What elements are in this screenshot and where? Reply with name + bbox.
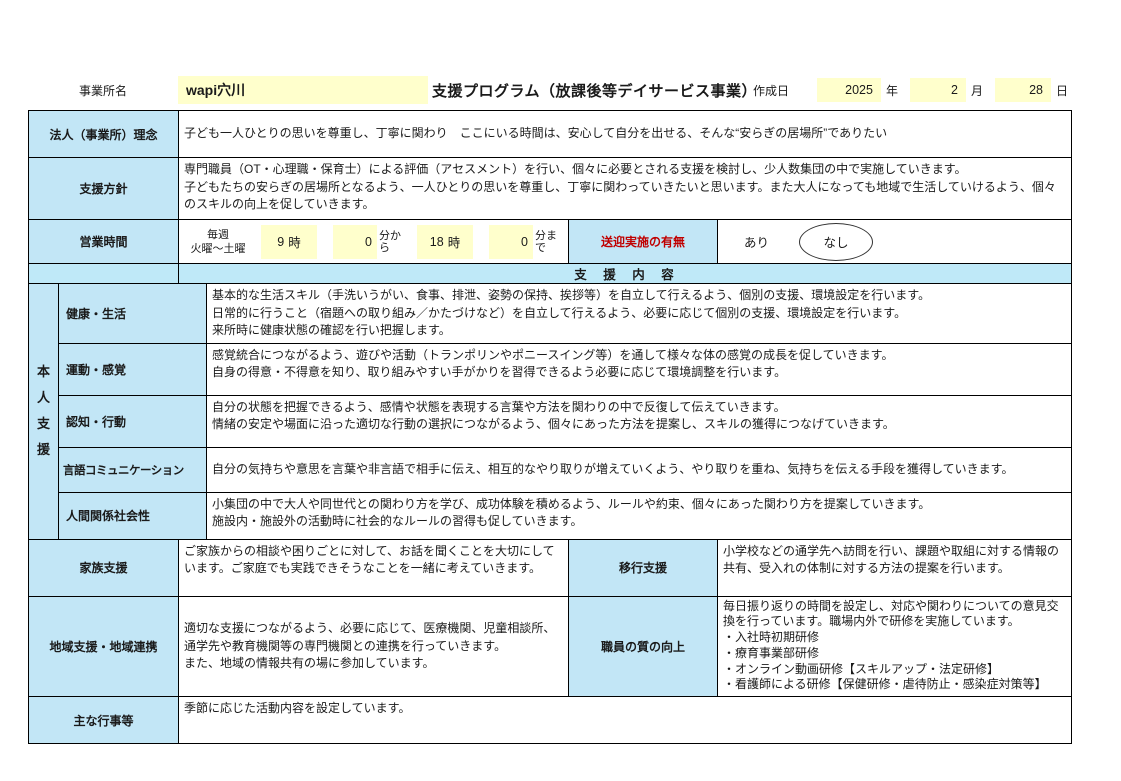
community-staff-row: 地域支援・地域連携 適切な支援につながるよう、必要に応じて、医療機関、児童相談所… [29, 597, 1071, 698]
end-hour-field[interactable]: 18 時 [417, 225, 473, 259]
office-name-label: 事業所名 [28, 82, 178, 99]
hours-values: 毎週 火曜～土曜 9 時 0 分から 18 時 0 分まで [179, 220, 569, 263]
staff-quality-intro: 毎日振り返りの時間を設定し、対応や関わりについての意見交換を行っています。職場内… [723, 599, 1066, 631]
community-support-line-1: 適切な支援につながるよう、必要に応じて、医療機関、児童相談所、通学先や教育機関等… [184, 620, 564, 655]
year-unit: 年 [886, 82, 898, 99]
document-title: 支援プログラム（放課後等デイサービス事業） [428, 80, 753, 101]
weekly-schedule: 毎週 火曜～土曜 [179, 228, 257, 256]
staff-training-item-2: ・療育事業部研修 [723, 646, 1066, 662]
year-field[interactable]: 2025 [817, 78, 881, 102]
events-row: 主な行事等 季節に応じた活動内容を設定しています。 [29, 697, 1071, 743]
transport-option-no: なし [824, 232, 849, 251]
transport-options: あり なし [718, 220, 1071, 263]
creation-date-label: 作成日 [753, 82, 789, 99]
band-left-spacer [29, 264, 179, 283]
health-life-text: 基本的な生活スキル（手洗いうがい、食事、排泄、姿勢の保持、挨拶等）を自立して行え… [207, 284, 1071, 343]
month-unit: 月 [971, 82, 983, 99]
month-field[interactable]: 2 [910, 78, 966, 102]
motor-sensory-row: 運動・感覚 感覚統合につながるよう、遊びや活動（トランポリンやポニースイング等）… [59, 344, 1071, 396]
events-line: 季節に応じた活動内容を設定しています。 [184, 700, 1066, 718]
support-content-title: 支 援 内 容 [179, 264, 1071, 283]
events-label: 主な行事等 [29, 697, 179, 743]
language-communication-line-1: 自分の気持ちや意思を言葉や非言語で相手に伝え、相互的なやり取りが増えていくよう、… [212, 461, 1066, 479]
social-relations-text: 小集団の中で大人や同世代との関わり方を学び、成功体験を積めるよう、ルールや約束、… [207, 493, 1071, 539]
philosophy-line: 子ども一人ひとりの思いを尊重し、丁寧に関わり ここにいる時間は、安心して自分を出… [184, 125, 1066, 143]
schedule-days: 火曜～土曜 [179, 242, 257, 256]
philosophy-row: 法人（事業所）理念 子ども一人ひとりの思いを尊重し、丁寧に関わり ここにいる時間… [29, 111, 1071, 158]
policy-paragraph-1: 専門職員（OT・心理職・保育士）による評価（アセスメント）を行い、個々に必要とさ… [184, 161, 1066, 179]
start-minute-value: 0 [365, 235, 372, 249]
end-minute-value: 0 [521, 235, 528, 249]
cognition-behavior-line-2: 情緒の安定や場面に沿った適切な行動の選択につながるよう、個々にあった方法を提案し… [212, 416, 1066, 434]
transport-no-circle[interactable]: なし [799, 223, 873, 261]
personal-support-vertical-label-cell: 本人支援 [29, 284, 59, 539]
support-content-band: 支 援 内 容 [29, 264, 1071, 284]
staff-training-item-4: ・看護師による研修【保健研修・虐待防止・感染症対策等】 [723, 677, 1066, 693]
staff-training-item-1: ・入社時初期研修 [723, 630, 1066, 646]
personal-support-rows: 健康・生活 基本的な生活スキル（手洗いうがい、食事、排泄、姿勢の保持、挨拶等）を… [59, 284, 1071, 539]
start-minute-field[interactable]: 0 [333, 225, 377, 259]
community-support-line-2: また、地域の情報共有の場に参加しています。 [184, 655, 564, 673]
cognition-behavior-label: 認知・行動 [59, 396, 207, 447]
motor-sensory-line-2: 自身の得意・不得意を知り、取り組みやすい手がかりを習得できるよう必要に応じて環境… [212, 364, 1066, 382]
health-life-label: 健康・生活 [59, 284, 207, 343]
transition-support-text: 小学校などの通学先へ訪問を行い、課題や取組に対する情報の共有、受入れの体制に対す… [718, 540, 1071, 596]
language-communication-row: 言語コミュニケーション 自分の気持ちや意思を言葉や非言語で相手に伝え、相互的なや… [59, 448, 1071, 493]
family-support-label: 家族支援 [29, 540, 179, 596]
family-support-text: ご家族からの相談や困りごとに対して、お話を聞くことを大切にしています。ご家庭でも… [179, 540, 569, 596]
staff-training-item-3: ・オンライン動画研修【スキルアップ・法定研修】 [723, 662, 1066, 678]
motor-sensory-line-1: 感覚統合につながるよう、遊びや活動（トランポリンやポニースイング等）を通して様々… [212, 347, 1066, 365]
policy-label: 支援方針 [29, 158, 179, 219]
community-support-label: 地域支援・地域連携 [29, 597, 179, 697]
cognition-behavior-line-1: 自分の状態を把握できるよう、感情や状態を表現する言葉や方法を関わりの中で反復して… [212, 399, 1066, 417]
philosophy-text: 子ども一人ひとりの思いを尊重し、丁寧に関わり ここにいる時間は、安心して自分を出… [179, 111, 1071, 157]
social-relations-label: 人間関係社会性 [59, 493, 207, 539]
community-support-text: 適切な支援につながるよう、必要に応じて、医療機関、児童相談所、通学先や教育機関等… [179, 597, 569, 697]
personal-support-block: 本人支援 健康・生活 基本的な生活スキル（手洗いうがい、食事、排泄、姿勢の保持、… [29, 284, 1071, 540]
day-unit: 日 [1056, 82, 1068, 99]
personal-support-vertical-label: 本人支援 [36, 359, 52, 463]
end-hour-value: 18 [430, 235, 444, 249]
language-communication-text: 自分の気持ちや意思を言葉や非言語で相手に伝え、相互的なやり取りが増えていくよう、… [207, 448, 1071, 492]
family-transition-row: 家族支援 ご家族からの相談や困りごとに対して、お話を聞くことを大切にしています。… [29, 540, 1071, 597]
start-hour-field[interactable]: 9 時 [261, 225, 317, 259]
policy-paragraph-2: 子どもたちの安らぎの居場所となるよう、一人ひとりの思いを尊重し、丁寧に関わってい… [184, 179, 1066, 214]
policy-text: 専門職員（OT・心理職・保育士）による評価（アセスメント）を行い、個々に必要とさ… [179, 158, 1071, 219]
transport-label: 送迎実施の有無 [568, 220, 718, 263]
health-life-line-3: 来所時に健康状態の確認を行い把握します。 [212, 322, 1066, 340]
office-name-field[interactable]: wapi穴川 [178, 76, 428, 104]
cognition-behavior-row: 認知・行動 自分の状態を把握できるよう、感情や状態を表現する言葉や方法を関わりの… [59, 396, 1071, 448]
staff-quality-text: 毎日振り返りの時間を設定し、対応や関わりについての意見交換を行っています。職場内… [718, 597, 1071, 697]
motor-sensory-text: 感覚統合につながるよう、遊びや活動（トランポリンやポニースイング等）を通して様々… [207, 344, 1071, 395]
language-communication-label: 言語コミュニケーション [59, 448, 207, 492]
staff-quality-label: 職員の質の向上 [568, 597, 718, 697]
philosophy-label: 法人（事業所）理念 [29, 111, 179, 157]
health-life-line-2: 日常的に行うこと（宿題への取り組み／かたづけなど）を自立して行えるよう、必要に応… [212, 305, 1066, 323]
document-header: 事業所名 wapi穴川 支援プログラム（放課後等デイサービス事業） 作成日 20… [28, 74, 1072, 106]
minute-to-unit: 分まで [533, 230, 561, 254]
policy-row: 支援方針 専門職員（OT・心理職・保育士）による評価（アセスメント）を行い、個々… [29, 158, 1071, 220]
hours-row: 営業時間 毎週 火曜～土曜 9 時 0 分から 18 時 [29, 220, 1071, 264]
social-relations-line-1: 小集団の中で大人や同世代との関わり方を学び、成功体験を積めるよう、ルールや約束、… [212, 496, 1066, 514]
schedule-frequency: 毎週 [179, 228, 257, 242]
social-relations-row: 人間関係社会性 小集団の中で大人や同世代との関わり方を学び、成功体験を積めるよう… [59, 493, 1071, 539]
social-relations-line-2: 施設内・施設外の活動時に社会的なルールの習得も促していきます。 [212, 513, 1066, 531]
program-table: 法人（事業所）理念 子ども一人ひとりの思いを尊重し、丁寧に関わり ここにいる時間… [28, 110, 1072, 744]
day-field[interactable]: 28 [995, 78, 1051, 102]
minute-from-unit: 分から [377, 230, 405, 254]
support-program-document: 事業所名 wapi穴川 支援プログラム（放課後等デイサービス事業） 作成日 20… [0, 0, 1121, 781]
cognition-behavior-text: 自分の状態を把握できるよう、感情や状態を表現する言葉や方法を関わりの中で反復して… [207, 396, 1071, 447]
transport-option-yes[interactable]: あり [744, 232, 769, 251]
end-hour-unit: 時 [448, 232, 461, 251]
hours-label: 営業時間 [29, 220, 179, 263]
health-life-row: 健康・生活 基本的な生活スキル（手洗いうがい、食事、排泄、姿勢の保持、挨拶等）を… [59, 284, 1071, 344]
events-text: 季節に応じた活動内容を設定しています。 [179, 697, 1071, 743]
start-hour-unit: 時 [288, 232, 301, 251]
end-minute-field[interactable]: 0 [489, 225, 533, 259]
motor-sensory-label: 運動・感覚 [59, 344, 207, 395]
health-life-line-1: 基本的な生活スキル（手洗いうがい、食事、排泄、姿勢の保持、挨拶等）を自立して行え… [212, 287, 1066, 305]
start-hour-value: 9 [277, 235, 284, 249]
transition-support-label: 移行支援 [568, 540, 718, 596]
